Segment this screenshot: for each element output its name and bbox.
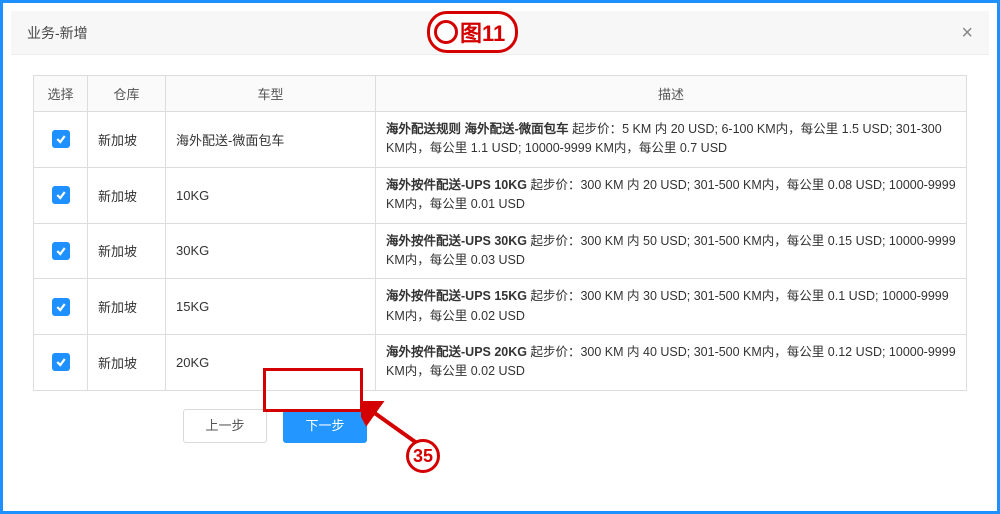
table-row: 新加坡15KG海外按件配送-UPS 15KG 起步价：300 KM 内 30 U… (34, 279, 967, 335)
th-vehicle: 车型 (166, 76, 376, 112)
row-checkbox[interactable] (52, 186, 70, 204)
cell-desc: 海外按件配送-UPS 15KG 起步价：300 KM 内 30 USD; 301… (376, 279, 967, 335)
table-row: 新加坡10KG海外按件配送-UPS 10KG 起步价：300 KM 内 20 U… (34, 167, 967, 223)
th-warehouse: 仓库 (88, 76, 166, 112)
cell-desc-strong: 海外按件配送-UPS 15KG (386, 289, 527, 303)
cell-warehouse: 新加坡 (88, 112, 166, 168)
wizard-buttons: 上一步 下一步 (33, 409, 967, 443)
th-select: 选择 (34, 76, 88, 112)
row-checkbox[interactable] (52, 298, 70, 316)
cell-desc: 海外配送规则 海外配送-微面包车 起步价：5 KM 内 20 USD; 6-10… (376, 112, 967, 168)
annotation-step-badge: 35 (406, 439, 440, 473)
cell-desc: 海外按件配送-UPS 30KG 起步价：300 KM 内 50 USD; 301… (376, 223, 967, 279)
next-button[interactable]: 下一步 (283, 409, 367, 443)
table-row: 新加坡30KG海外按件配送-UPS 30KG 起步价：300 KM 内 50 U… (34, 223, 967, 279)
cell-warehouse: 新加坡 (88, 223, 166, 279)
cell-vehicle: 30KG (166, 223, 376, 279)
close-icon[interactable]: × (961, 11, 973, 55)
cell-select (34, 167, 88, 223)
cell-vehicle: 海外配送-微面包车 (166, 112, 376, 168)
cell-desc-strong: 海外按件配送-UPS 10KG (386, 178, 527, 192)
row-checkbox[interactable] (52, 130, 70, 148)
prev-button[interactable]: 上一步 (183, 409, 267, 443)
dialog: 业务-新增 × 选择 仓库 车型 描述 新加坡海外配送-微面包车海外配送规则 海… (11, 11, 989, 503)
table-row: 新加坡海外配送-微面包车海外配送规则 海外配送-微面包车 起步价：5 KM 内 … (34, 112, 967, 168)
vehicle-table: 选择 仓库 车型 描述 新加坡海外配送-微面包车海外配送规则 海外配送-微面包车… (33, 75, 967, 391)
dialog-header: 业务-新增 × (11, 11, 989, 55)
cell-desc-strong: 海外按件配送-UPS 30KG (386, 234, 527, 248)
annotation-step-number: 35 (413, 446, 433, 467)
cell-desc-strong: 海外按件配送-UPS 20KG (386, 345, 527, 359)
cell-vehicle: 10KG (166, 167, 376, 223)
dialog-title: 业务-新增 (27, 11, 88, 55)
cell-vehicle: 20KG (166, 335, 376, 391)
cell-select (34, 112, 88, 168)
table-header-row: 选择 仓库 车型 描述 (34, 76, 967, 112)
cell-select (34, 335, 88, 391)
cell-select (34, 279, 88, 335)
cell-warehouse: 新加坡 (88, 167, 166, 223)
row-checkbox[interactable] (52, 242, 70, 260)
cell-select (34, 223, 88, 279)
cell-desc: 海外按件配送-UPS 10KG 起步价：300 KM 内 20 USD; 301… (376, 167, 967, 223)
th-desc: 描述 (376, 76, 967, 112)
cell-vehicle: 15KG (166, 279, 376, 335)
cell-warehouse: 新加坡 (88, 279, 166, 335)
cell-desc: 海外按件配送-UPS 20KG 起步价：300 KM 内 40 USD; 301… (376, 335, 967, 391)
cell-desc-strong: 海外配送规则 海外配送-微面包车 (386, 122, 569, 136)
table-row: 新加坡20KG海外按件配送-UPS 20KG 起步价：300 KM 内 40 U… (34, 335, 967, 391)
row-checkbox[interactable] (52, 353, 70, 371)
cell-warehouse: 新加坡 (88, 335, 166, 391)
